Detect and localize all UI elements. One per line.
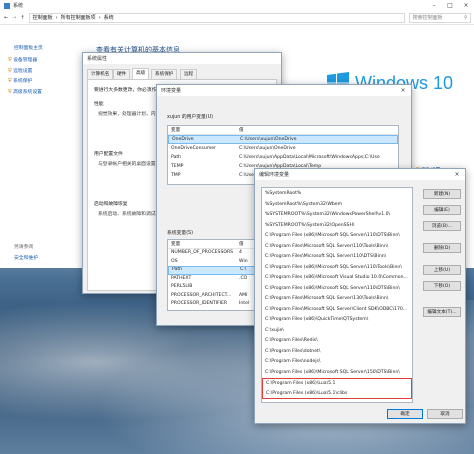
list-item-highlighted[interactable]: C:\Program Files (x86)\Lua\5.1\clibs [262,388,412,399]
breadcrumb-separator-icon: › [98,14,101,21]
env-titlebar: 环境变量 [157,85,411,96]
back-arrow-icon[interactable]: ← [4,15,8,21]
breadcrumb-separator-icon: › [55,14,58,21]
search-input[interactable]: 搜索控制面板 ⚲ [408,12,471,23]
tab-advanced[interactable]: 高级 [132,68,150,79]
system-title: 系统 [13,3,24,9]
list-item[interactable]: C:\Program Files (x86)\Microsoft SQL Ser… [262,284,412,295]
table-row[interactable]: OneDrive C:\Users\xujun\OneDrive [168,135,398,144]
list-item[interactable]: C:\Program Files\Redis\ [262,336,412,347]
path-entries-list[interactable]: %SystemRoot% %SystemRoot%\System32\Wbem … [261,187,413,403]
system-title-icon [4,2,10,9]
ok-button[interactable]: 确定 [387,409,423,419]
list-item[interactable]: C:\Program Files\Microsoft SQL Server\13… [262,294,412,305]
list-item[interactable]: C:\Program Files\Microsoft SQL Server\11… [262,252,412,263]
new-button[interactable]: 新建(N) [423,189,461,199]
tab-system-protection[interactable]: 系统保护 [151,69,178,79]
edit-env-var-dialog: 编辑环境变量 × %SystemRoot% %SystemRoot%\Syste… [254,168,466,424]
forward-arrow-icon[interactable]: → [12,15,16,21]
breadcrumb-item[interactable]: 系统 [104,14,114,21]
list-item[interactable]: C:\Program Files\dotnet\ [262,347,412,358]
table-row[interactable]: Path C:\Users\xujun\AppData\Local\Microso… [168,153,398,162]
list-item[interactable]: C:\Program Files\Microsoft SQL Server\Cl… [262,305,412,316]
col-variable[interactable]: 变量 [168,240,236,248]
nav-item-system-protection[interactable]: ⛨ 系统保护 [8,77,42,88]
list-item[interactable]: C:\xujie\ [262,326,412,337]
col-value[interactable]: 值 [236,240,244,248]
delete-button[interactable]: 删除(D) [423,243,461,253]
see-also-heading: 另请参阅 [14,245,34,250]
search-icon: ⚲ [463,14,468,21]
env-close-button[interactable]: × [395,85,411,96]
list-item[interactable]: %SystemRoot% [262,189,412,200]
search-placeholder: 搜索控制面板 [412,15,443,21]
control-panel-home-link[interactable]: 控制面板主页 [14,44,43,51]
close-button[interactable]: × [458,0,474,11]
minimize-button[interactable]: – [426,0,442,11]
edit-button[interactable]: 编辑(E) [423,205,461,215]
up-arrow-icon[interactable]: ↑ [20,15,24,21]
env-title: 环境变量 [161,88,182,94]
left-nav: ⛨ 设备管理器 ⛨ 远程设置 ⛨ 系统保护 ⛨ 高级系统设置 [8,56,42,98]
edit-text-button[interactable]: 编辑文本(T)... [423,307,461,317]
edit-env-titlebar: 编辑环境变量 [255,169,465,180]
move-up-button[interactable]: 上移(U) [423,265,461,275]
profile-label: 用户配置文件 [94,152,123,157]
list-item[interactable]: C:\Program Files\nodejs\ [262,357,412,368]
security-maintenance-link[interactable]: 安全和维护 [14,254,38,261]
cancel-button[interactable]: 取消 [427,409,463,419]
list-item[interactable]: C:\Program Files (x86)\Microsoft SQL Ser… [262,231,412,242]
list-item[interactable]: C:\Program Files (x86)\Microsoft Visual … [262,273,412,284]
nav-item-device-manager[interactable]: ⛨ 设备管理器 [8,56,42,67]
list-item[interactable]: C:\Program Files\Microsoft SQL Server\11… [262,242,412,253]
address-bar: ← → ↑ 控制面板 › 所有控制面板项 › 系统 搜索控制面板 ⚲ [0,11,474,25]
list-item-highlighted[interactable]: C:\Program Files (x86)\Lua\5.1 [262,378,412,389]
list-item[interactable]: %SystemRoot%\System32\Wbem [262,200,412,211]
move-down-button[interactable]: 下移(O) [423,281,461,291]
table-row[interactable]: OneDriveConsumer C:\Users\xujun\OneDrive [168,144,398,153]
maximize-button[interactable]: □ [442,0,458,11]
sys-props-title: 系统属性 [87,56,108,62]
user-vars-header: 变量 值 [168,126,398,135]
nav-item-advanced-settings[interactable]: ⛨ 高级系统设置 [8,88,42,99]
sys-props-titlebar: 系统属性 [83,53,281,64]
list-item[interactable]: %SYSTEMROOT%\System32\WindowsPowerShell\… [262,210,412,221]
list-item[interactable]: C:\Program Files (x86)\Microsoft SQL Ser… [262,263,412,274]
breadcrumb[interactable]: 控制面板 › 所有控制面板项 › 系统 [28,12,405,23]
startup-label: 启动和故障恢复 [94,202,128,207]
breadcrumb-item[interactable]: 所有控制面板项 [61,14,96,21]
tab-remote[interactable]: 远程 [180,69,198,79]
edit-env-close-button[interactable]: × [449,169,465,180]
list-item[interactable]: %SYSTEMROOT%\System32\OpenSSH\ [262,221,412,232]
performance-label: 性能 [94,102,104,107]
col-variable[interactable]: 变量 [168,126,236,134]
breadcrumb-item[interactable]: 控制面板 [33,14,53,21]
col-value[interactable]: 值 [236,126,244,134]
browse-button[interactable]: 浏览(B)... [423,221,461,231]
tab-hardware[interactable]: 硬件 [113,69,131,79]
edit-env-title: 编辑环境变量 [259,172,290,178]
tab-computer-name[interactable]: 计算机名 [87,69,114,79]
profile-desc: 与登录帐户相关的桌面设置 [98,162,156,167]
user-vars-label: xujun 的用户变量(U) [167,115,214,120]
list-item[interactable]: C:\Program Files (x86)\QuickTime\QTSyste… [262,315,412,326]
system-titlebar: 系统 [0,0,474,11]
system-vars-label: 系统变量(S) [167,231,193,236]
list-item[interactable]: C:\Program Files (x86)\Microsoft SQL Ser… [262,368,412,379]
brand-version: 10 [433,72,454,93]
nav-item-remote-settings[interactable]: ⛨ 远程设置 [8,67,42,78]
